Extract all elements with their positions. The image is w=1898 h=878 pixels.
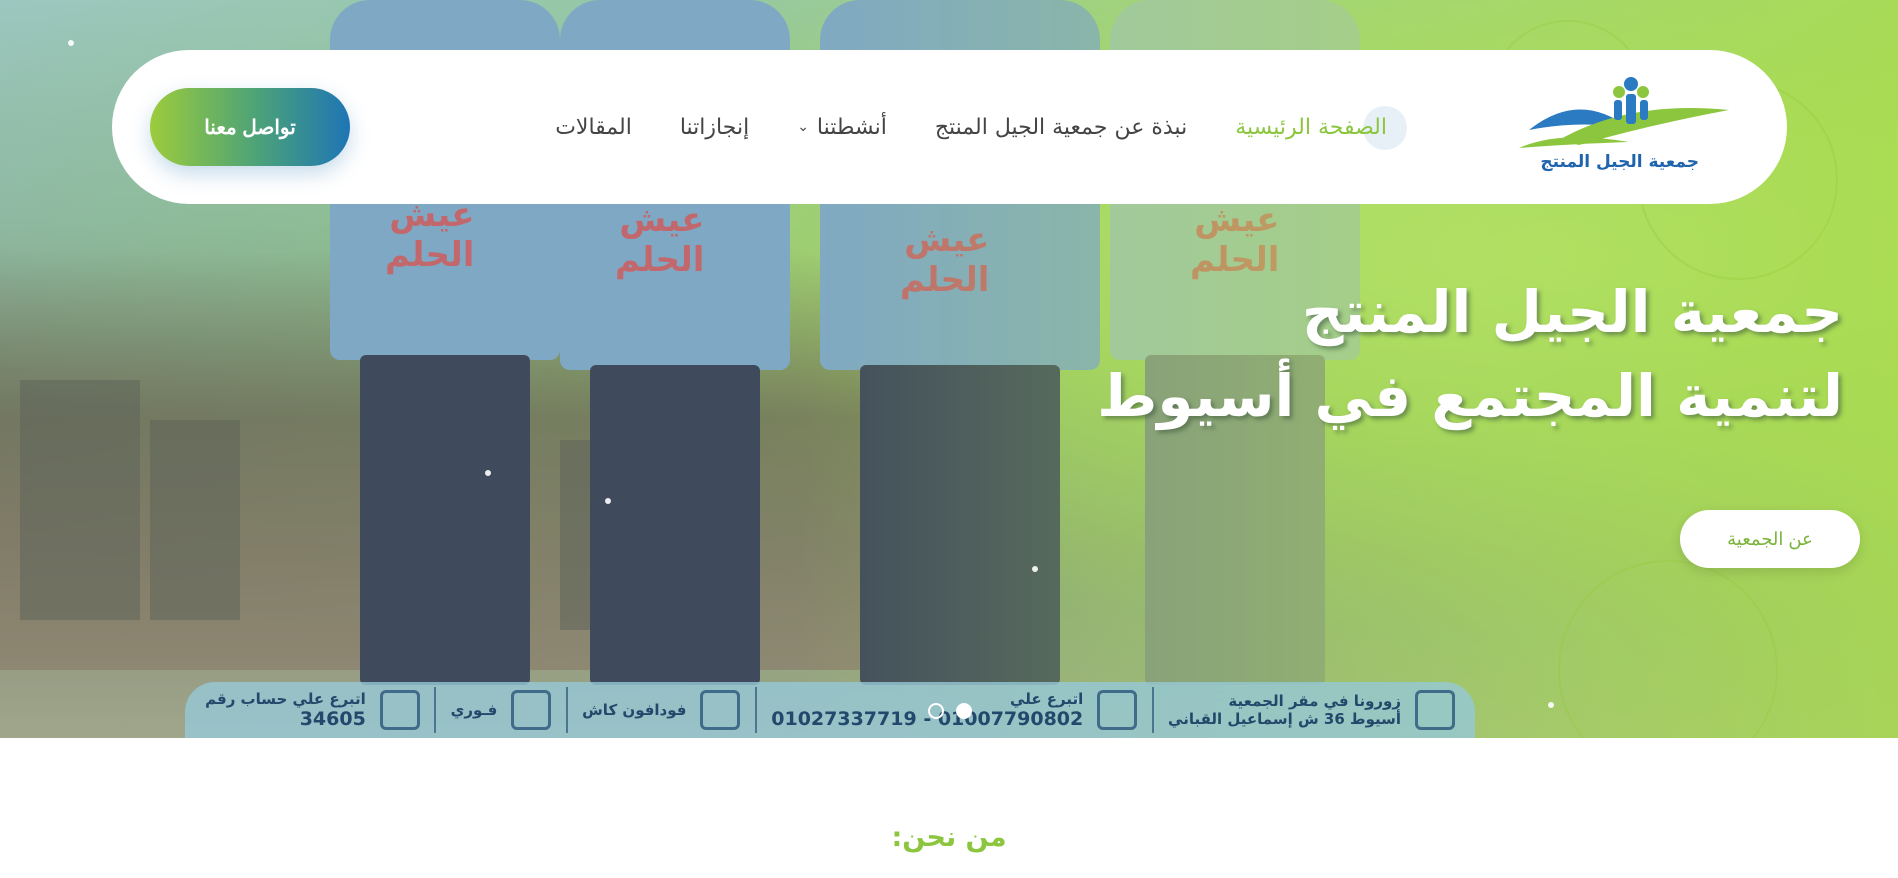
fawry-info: فـوري: [451, 690, 552, 730]
sparkle-dot: [1548, 702, 1554, 708]
nav-label: الصفحة الرئيسية: [1235, 114, 1387, 140]
nav-item-achievements[interactable]: إنجازاتنا: [680, 115, 749, 140]
main-navbar: جمعية الجيل المنتج الصفحة الرئيسية نبذة …: [112, 50, 1787, 204]
slider-dot-1[interactable]: [956, 703, 972, 719]
sparkle-dot: [1032, 566, 1038, 572]
sparkle-dot: [605, 498, 611, 504]
vodafone-label: فودافون كاش: [582, 701, 687, 719]
account-title: اتبرع علي حساب رقم: [205, 690, 366, 708]
about-section-title: من نحن:: [891, 822, 1007, 853]
phone-icon: [1097, 690, 1138, 730]
contact-button[interactable]: تواصل معنا: [150, 88, 350, 166]
building-shape: [20, 380, 140, 620]
divider: [434, 687, 437, 733]
about-button[interactable]: عن الجمعية: [1680, 510, 1860, 568]
hero-title-line1: جمعية الجيل المنتج: [1301, 278, 1843, 346]
divider: [1151, 687, 1154, 733]
divider: [754, 687, 757, 733]
nav-label: أنشطتنا: [816, 114, 887, 140]
nav-item-articles[interactable]: المقالات: [555, 115, 632, 140]
nav-item-activities[interactable]: أنشطتنا ⌄: [797, 115, 887, 140]
nav-label: إنجازاتنا: [679, 114, 750, 140]
divider: [565, 687, 568, 733]
slider-dots: [928, 703, 972, 719]
visit-title: زورونا في مقر الجمعية: [1228, 692, 1401, 710]
document-icon: [379, 690, 420, 730]
nav-label: المقالات: [555, 114, 632, 140]
account-info: اتبرع علي حساب رقم 34605: [205, 690, 420, 730]
location-icon: [1415, 690, 1455, 730]
nav-item-about[interactable]: نبذة عن جمعية الجيل المنتج: [935, 115, 1187, 140]
site-logo[interactable]: جمعية الجيل المنتج: [1519, 70, 1739, 180]
slider-dot-2[interactable]: [928, 703, 944, 719]
hero-title: جمعية الجيل المنتج لتنمية المجتمع في أسي…: [943, 270, 1843, 438]
chevron-down-icon: ⌄: [797, 119, 809, 135]
fawry-label: فـوري: [450, 701, 498, 719]
logo-text: جمعية الجيل المنتج: [1540, 152, 1699, 172]
sparkle-dot: [485, 470, 491, 476]
account-number: 34605: [299, 708, 366, 730]
nav-item-home[interactable]: الصفحة الرئيسية: [1235, 115, 1387, 140]
visit-address: أسيوط 36 ش إسماعيل القباني: [1168, 710, 1401, 728]
nav-links: الصفحة الرئيسية نبذة عن جمعية الجيل المن…: [555, 50, 1387, 204]
hero-title-line2: لتنمية المجتمع في أسيوط: [1097, 362, 1843, 430]
sparkle-dot: [68, 40, 74, 46]
card-icon: [511, 690, 552, 730]
vodafone-info: فودافون كاش: [582, 690, 741, 730]
building-shape: [150, 420, 240, 620]
nav-label: نبذة عن جمعية الجيل المنتج: [934, 114, 1188, 140]
donation-banner: زورونا في مقر الجمعية أسيوط 36 ش إسماعيل…: [185, 682, 1475, 738]
dollar-icon: [700, 690, 741, 730]
visit-info: زورونا في مقر الجمعية أسيوط 36 ش إسماعيل…: [1168, 690, 1455, 730]
